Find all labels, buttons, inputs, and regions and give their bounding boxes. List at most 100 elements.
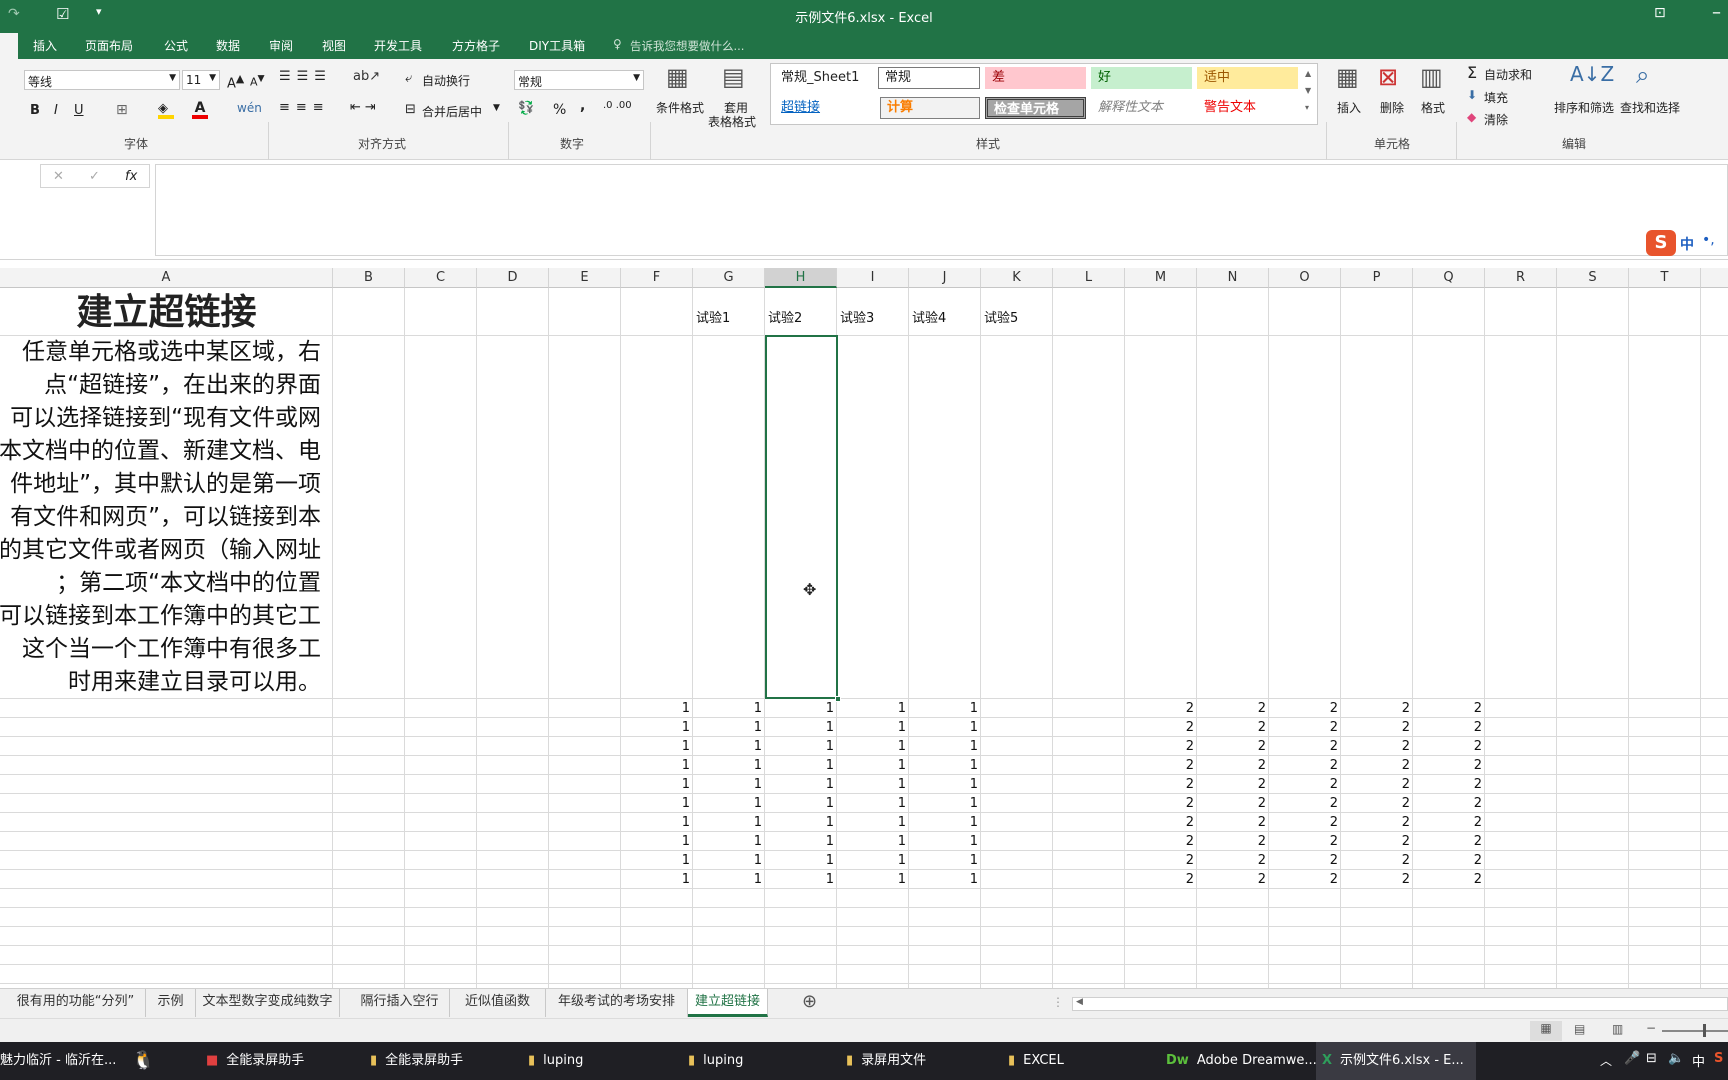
value-cell[interactable]: 2 xyxy=(1197,813,1266,832)
trial-header[interactable]: 试验4 xyxy=(912,309,982,328)
value-cell[interactable]: 2 xyxy=(1197,737,1266,756)
number-format-box[interactable]: 常规 ▼ xyxy=(514,70,644,90)
tab-diy-toolbox[interactable]: DIY工具箱 xyxy=(529,37,585,54)
decrease-font-icon[interactable]: A▼ xyxy=(250,73,265,89)
ime-punct-icon[interactable]: •, xyxy=(1702,232,1715,248)
page-layout-view-icon[interactable]: ▤ xyxy=(1574,1022,1585,1036)
trial-header[interactable]: 试验2 xyxy=(768,309,838,328)
value-cell[interactable]: 2 xyxy=(1269,756,1338,775)
sheet-tab[interactable]: 示例 xyxy=(146,989,196,1017)
tab-formulas[interactable]: 公式 xyxy=(164,37,188,54)
column-header-l[interactable]: L xyxy=(1053,268,1125,288)
column-header-q[interactable]: Q xyxy=(1413,268,1485,288)
scroll-left-icon[interactable]: ◀ xyxy=(1076,997,1083,1007)
value-cell[interactable]: 2 xyxy=(1341,870,1410,889)
sogou-ime-icon[interactable]: S xyxy=(1646,230,1676,256)
percent-button[interactable]: % xyxy=(553,102,566,118)
style-neutral[interactable]: 适中 xyxy=(1197,67,1298,89)
column-header-c[interactable]: C xyxy=(405,268,477,288)
value-cell[interactable]: 2 xyxy=(1125,794,1194,813)
value-cell[interactable]: 2 xyxy=(1197,756,1266,775)
comma-button[interactable]: , xyxy=(580,98,585,114)
value-cell[interactable]: 2 xyxy=(1413,775,1482,794)
value-cell[interactable]: 1 xyxy=(693,832,762,851)
style-check-cell[interactable]: 检查单元格 xyxy=(985,97,1086,119)
merge-icon[interactable]: ⊟ xyxy=(405,102,416,117)
delete-cells-button[interactable]: 删除 xyxy=(1380,99,1404,116)
value-cell[interactable]: 2 xyxy=(1125,699,1194,718)
ribbon-display-icon[interactable]: ⊡ xyxy=(1654,5,1666,21)
value-cell[interactable]: 1 xyxy=(621,813,690,832)
trial-header[interactable]: 试验5 xyxy=(984,309,1054,328)
column-header-j[interactable]: J xyxy=(909,268,981,288)
fill-button[interactable]: 填充 xyxy=(1484,89,1508,106)
value-cell[interactable]: 2 xyxy=(1413,756,1482,775)
value-cell[interactable]: 1 xyxy=(837,718,906,737)
format-cells-icon[interactable]: ▥ xyxy=(1420,63,1443,91)
currency-icon[interactable]: 💱 xyxy=(518,101,534,116)
tab-developer[interactable]: 开发工具 xyxy=(374,37,422,54)
value-cell[interactable]: 2 xyxy=(1125,832,1194,851)
tab-review[interactable]: 审阅 xyxy=(269,37,293,54)
column-header-b[interactable]: B xyxy=(333,268,405,288)
normal-view-icon[interactable]: ▦ xyxy=(1530,1021,1562,1041)
style-normal-sheet1[interactable]: 常规_Sheet1 xyxy=(774,67,874,89)
delete-cells-icon[interactable]: ⊠ xyxy=(1378,63,1398,91)
italic-button[interactable]: I xyxy=(54,103,58,118)
value-cell[interactable]: 1 xyxy=(765,851,834,870)
value-cell[interactable]: 2 xyxy=(1125,813,1194,832)
sheet-tab[interactable]: 很有用的功能“分列” xyxy=(6,989,146,1017)
table-format-label-2[interactable]: 表格格式 xyxy=(708,113,756,130)
fill-down-icon[interactable]: ⬇ xyxy=(1467,88,1477,102)
value-cell[interactable]: 2 xyxy=(1413,851,1482,870)
value-cell[interactable]: 1 xyxy=(837,756,906,775)
value-cell[interactable]: 1 xyxy=(909,718,978,737)
insert-cells-icon[interactable]: ▦ xyxy=(1336,63,1359,91)
column-header-a[interactable]: A xyxy=(0,268,333,288)
font-size-box[interactable]: 11 ▼ xyxy=(182,70,220,90)
value-cell[interactable]: 1 xyxy=(909,832,978,851)
sheet-tab[interactable]: 年级考试的考场安排 xyxy=(546,989,688,1017)
formula-input[interactable] xyxy=(155,164,1728,256)
style-normal[interactable]: 常规 xyxy=(878,67,980,89)
decimal-icons[interactable]: .0 .00 xyxy=(603,100,632,111)
enter-icon[interactable]: ✓ xyxy=(89,169,100,184)
value-cell[interactable]: 1 xyxy=(765,775,834,794)
fill-color-icon[interactable]: ◈ xyxy=(158,101,174,119)
value-cell[interactable]: 2 xyxy=(1341,813,1410,832)
sheet-tab[interactable]: 近似值函数 xyxy=(450,989,546,1017)
value-cell[interactable]: 2 xyxy=(1125,718,1194,737)
volume-icon[interactable]: 🔈 xyxy=(1668,1051,1684,1066)
zoom-out-icon[interactable]: − xyxy=(1646,1021,1656,1035)
zoom-thumb[interactable] xyxy=(1703,1024,1706,1037)
value-cell[interactable]: 1 xyxy=(909,775,978,794)
column-header-f[interactable]: F xyxy=(621,268,693,288)
value-cell[interactable]: 2 xyxy=(1413,718,1482,737)
column-header-r[interactable]: R xyxy=(1485,268,1557,288)
value-cell[interactable]: 2 xyxy=(1197,699,1266,718)
value-cell[interactable]: 2 xyxy=(1197,775,1266,794)
sheet-title[interactable]: 建立超链接 xyxy=(0,288,333,336)
table-format-icon[interactable]: ▤ xyxy=(722,63,745,91)
value-cell[interactable]: 2 xyxy=(1269,794,1338,813)
horizontal-align-icons[interactable]: ≡≡≡ xyxy=(279,100,330,115)
value-cell[interactable]: 1 xyxy=(837,851,906,870)
value-cell[interactable]: 2 xyxy=(1269,813,1338,832)
value-cell[interactable]: 2 xyxy=(1269,699,1338,718)
font-color-icon[interactable]: A xyxy=(192,101,208,119)
value-cell[interactable]: 2 xyxy=(1413,813,1482,832)
zoom-slider[interactable] xyxy=(1662,1030,1728,1032)
value-cell[interactable]: 2 xyxy=(1269,832,1338,851)
conditional-format-button[interactable]: 条件格式 xyxy=(656,99,704,116)
wrap-text-button[interactable]: 自动换行 xyxy=(422,72,470,89)
value-cell[interactable]: 1 xyxy=(765,813,834,832)
value-cell[interactable]: 1 xyxy=(837,737,906,756)
tab-home-edge[interactable] xyxy=(0,33,18,59)
style-warning[interactable]: 警告文本 xyxy=(1197,97,1298,119)
merge-center-button[interactable]: 合并后居中 xyxy=(422,103,482,120)
value-cell[interactable]: 1 xyxy=(765,737,834,756)
value-cell[interactable]: 2 xyxy=(1197,718,1266,737)
sort-filter-button[interactable]: 排序和筛选 xyxy=(1554,99,1614,116)
style-bad[interactable]: 差 xyxy=(985,67,1086,89)
value-cell[interactable]: 2 xyxy=(1341,794,1410,813)
